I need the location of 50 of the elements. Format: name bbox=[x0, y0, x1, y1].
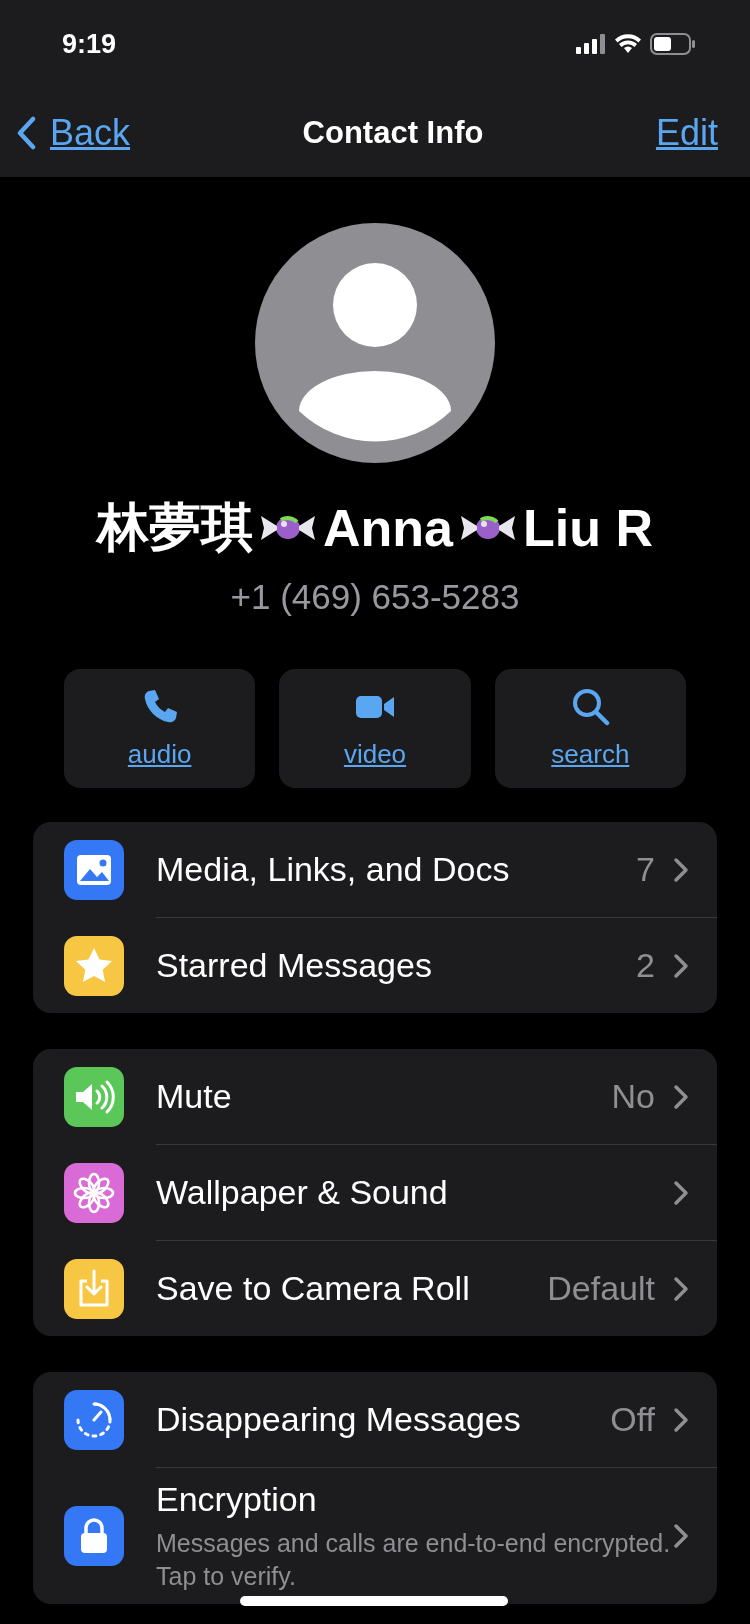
contact-name: Anna bbox=[323, 498, 453, 558]
edit-link[interactable]: Edit bbox=[655, 111, 718, 154]
avatar-icon bbox=[255, 223, 495, 463]
phone-number: +1 (469) 653-5283 bbox=[230, 577, 520, 617]
page-title: Contact Info bbox=[302, 114, 484, 151]
settings-row[interactable]: Wallpaper & Sound bbox=[33, 1145, 717, 1241]
chevron-right-icon bbox=[673, 1406, 689, 1433]
settings-row[interactable]: Save to Camera Roll Default bbox=[33, 1241, 717, 1336]
row-subtitle: Messages and calls are end-to-end encrypted. Tap to verify. bbox=[156, 1528, 672, 1592]
action-button[interactable]: audio bbox=[64, 669, 256, 788]
contact-name: Liu R bbox=[523, 498, 653, 558]
row-title: Media, Links, and Docs bbox=[156, 850, 511, 889]
row-value: 2 bbox=[636, 946, 655, 985]
settings-row[interactable]: Disappearing Messages Off bbox=[33, 1372, 717, 1468]
action-button[interactable]: video bbox=[279, 669, 471, 788]
speaker-icon bbox=[64, 1067, 124, 1127]
download-icon bbox=[64, 1258, 124, 1319]
signal-icon bbox=[576, 34, 606, 54]
flower-icon bbox=[64, 1163, 124, 1223]
back-link[interactable]: Back bbox=[16, 111, 131, 154]
action-button[interactable]: search bbox=[494, 669, 686, 788]
row-title: Wallpaper & Sound bbox=[156, 1173, 449, 1212]
wifi-icon bbox=[614, 34, 642, 54]
search-icon bbox=[570, 687, 611, 727]
chevron-right-icon bbox=[673, 1179, 689, 1206]
chevron-right-icon bbox=[673, 1275, 689, 1302]
row-title: Encryption bbox=[156, 1480, 318, 1519]
row-title: Starred Messages bbox=[156, 946, 433, 985]
row-title: Mute bbox=[156, 1077, 233, 1116]
settings-row[interactable]: Mute No bbox=[33, 1049, 717, 1145]
row-title: Save to Camera Roll bbox=[156, 1269, 471, 1308]
settings-row[interactable]: Starred Messages 2 bbox=[33, 918, 717, 1013]
settings-row[interactable]: Media, Links, and Docs 7 bbox=[33, 822, 717, 918]
chevron-left-icon bbox=[16, 115, 36, 150]
row-value: Off bbox=[610, 1400, 655, 1439]
chevron-right-icon bbox=[673, 1083, 689, 1110]
status-time: 9:19 bbox=[62, 28, 117, 60]
chevron-right-icon bbox=[673, 1523, 689, 1549]
chevron-right-icon bbox=[673, 856, 689, 883]
row-value: Default bbox=[547, 1269, 655, 1308]
photo-icon bbox=[64, 840, 124, 900]
row-title: Disappearing Messages bbox=[156, 1400, 522, 1439]
contact-name: 林夢琪 bbox=[97, 497, 253, 558]
battery-icon bbox=[650, 33, 696, 55]
settings-row[interactable]: Encryption Messages and calls are end-to-end encrypted. Tap to verify. bbox=[33, 1468, 717, 1604]
lock-icon bbox=[64, 1506, 124, 1566]
timer-icon bbox=[64, 1390, 124, 1450]
chevron-right-icon bbox=[673, 952, 689, 979]
row-value: No bbox=[611, 1077, 655, 1116]
row-value: 7 bbox=[636, 850, 655, 889]
